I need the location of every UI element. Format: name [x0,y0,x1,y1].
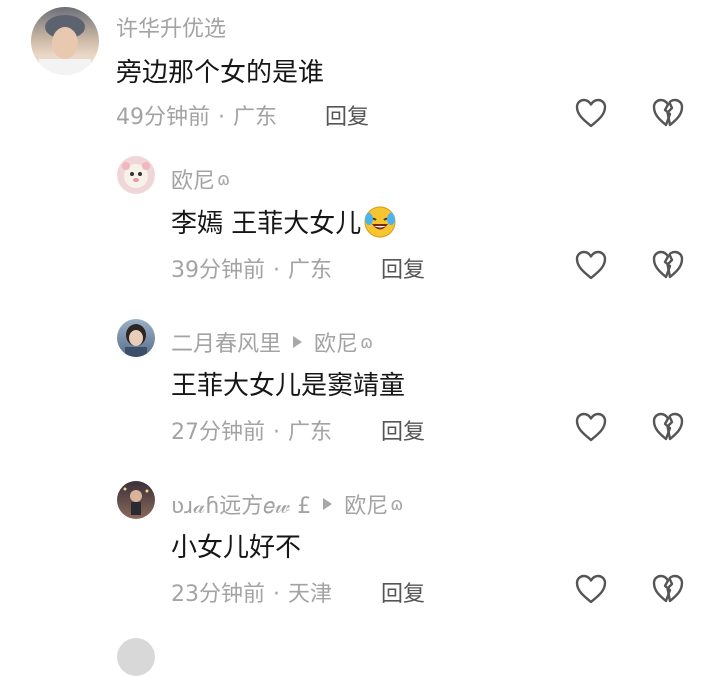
reply-button[interactable]: 回复 [381,414,425,446]
location: 天津 [288,582,333,607]
avatar[interactable] [117,481,155,519]
comment-meta: 23分钟前 · 天津 [171,576,332,608]
timestamp: 49分钟前 [116,105,210,130]
username-text[interactable]: ʋɹ𝒶ɦ远方𝑒𝓌 £ [171,488,311,520]
comment-text: 李嫣 王菲大女儿 [171,203,397,240]
heart-outline-icon[interactable] [574,573,608,605]
username[interactable]: 许华升优选 [116,11,226,43]
heart-outline-icon[interactable] [574,411,608,443]
separator-dot: · [273,420,280,445]
timestamp: 39分钟前 [171,258,265,283]
heart-outline-icon[interactable] [574,249,608,281]
reply-button[interactable]: 回复 [325,99,369,131]
broken-heart-icon[interactable] [651,97,685,129]
avatar[interactable] [117,156,155,194]
avatar[interactable] [117,638,155,676]
reply-to-username[interactable]: 欧尼 [314,326,358,358]
comment-text: 小女儿好不 [171,533,302,563]
reply-button[interactable]: 回复 [381,576,425,608]
comment-text: 旁边那个女的是谁 [116,58,325,88]
username-text[interactable]: 二月春风里 [171,326,281,358]
avatar[interactable] [31,7,99,75]
reply-to-username[interactable]: 欧尼 [344,488,388,520]
username-suffix: ɷ [217,168,231,190]
username-suffix: ɷ [360,331,374,353]
location: 广东 [288,258,333,283]
username-text: 欧尼 [171,169,216,194]
separator-dot: · [218,105,225,130]
triangle-right-icon [323,498,333,510]
comment-text: 王菲大女儿是窦靖童 [171,371,406,401]
username[interactable]: 欧尼 ɷ [171,163,230,195]
comment-meta: 39分钟前 · 广东 [171,252,332,284]
location: 广东 [233,105,278,130]
username-suffix: ɷ [390,493,404,515]
username: ʋɹ𝒶ɦ远方𝑒𝓌 £ 欧尼 ɷ [171,488,403,520]
comment-meta: 49分钟前 · 广东 [116,99,277,131]
comment-text-content: 李嫣 王菲大女儿 [171,209,362,239]
location: 广东 [288,420,333,445]
broken-heart-icon[interactable] [651,573,685,605]
laughing-crying-emoji-icon [364,206,396,237]
separator-dot: · [273,258,280,283]
username: 二月春风里 欧尼 ɷ [171,326,373,358]
separator-dot: · [273,582,280,607]
avatar[interactable] [117,319,155,357]
broken-heart-icon[interactable] [651,249,685,281]
broken-heart-icon[interactable] [651,411,685,443]
comment-meta: 27分钟前 · 广东 [171,414,332,446]
reply-button[interactable]: 回复 [381,252,425,284]
timestamp: 23分钟前 [171,582,265,607]
timestamp: 27分钟前 [171,420,265,445]
triangle-right-icon [293,336,303,348]
heart-outline-icon[interactable] [574,97,608,129]
